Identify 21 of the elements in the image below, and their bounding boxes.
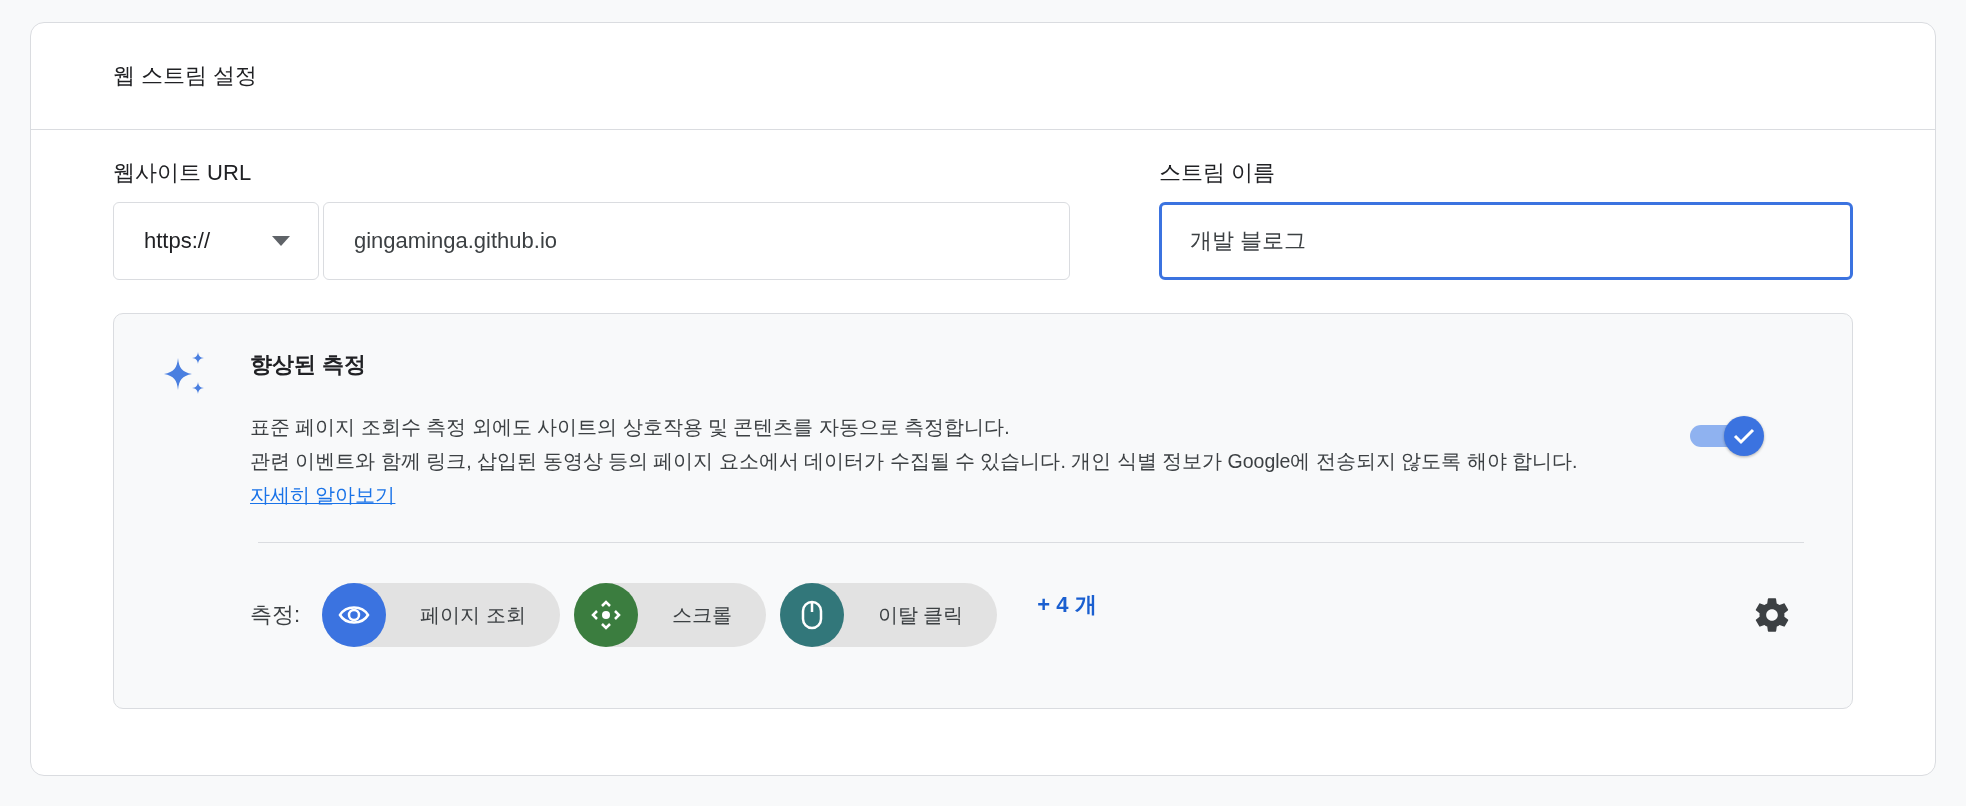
move-arrows-icon	[590, 600, 621, 630]
measure-chip[interactable]: 페이지 조회	[322, 583, 560, 647]
caret-icon	[272, 236, 290, 246]
measure-chip[interactable]: 스크롤	[573, 583, 766, 647]
more-link[interactable]: + 4 개	[1031, 589, 1103, 621]
mouse-icon	[800, 600, 823, 630]
field-label: 스트림 이름	[1159, 159, 1276, 187]
url-field[interactable]: gingaminga.github.io	[323, 202, 1070, 280]
description-text: 표준 페이지 조회수 측정 외에도 사이트의 상호작용 및 콘텐츠를 자동으로 측정합니다.	[250, 415, 1011, 440]
description-text: 관련 이벤트와 함께 링크, 삽입된 동영상 등의 페이지 요소에서 데이터가 수집될 수 있습니다. 개인 식별 정보가 Google에 전송되지 않도록 해야 합니다. 자세히 알아보기	[250, 449, 1579, 508]
measures-label: 측정:	[250, 601, 301, 629]
field-label: 웹사이트 URL	[113, 159, 252, 187]
stream-name-field[interactable]: 개발 블로그	[1159, 202, 1853, 280]
check-icon	[1733, 427, 1755, 445]
toggle-switch[interactable]	[1690, 416, 1762, 454]
panel-title: 웹 스트림 설정	[113, 62, 258, 90]
section-title: 향상된 측정	[250, 351, 367, 379]
eye-icon	[338, 604, 371, 626]
learn-more-link[interactable]: 자세히 알아보기	[250, 484, 396, 506]
measure-chip[interactable]: 이탈 클릭	[779, 583, 998, 647]
protocol-dropdown[interactable]: https://	[113, 202, 319, 280]
